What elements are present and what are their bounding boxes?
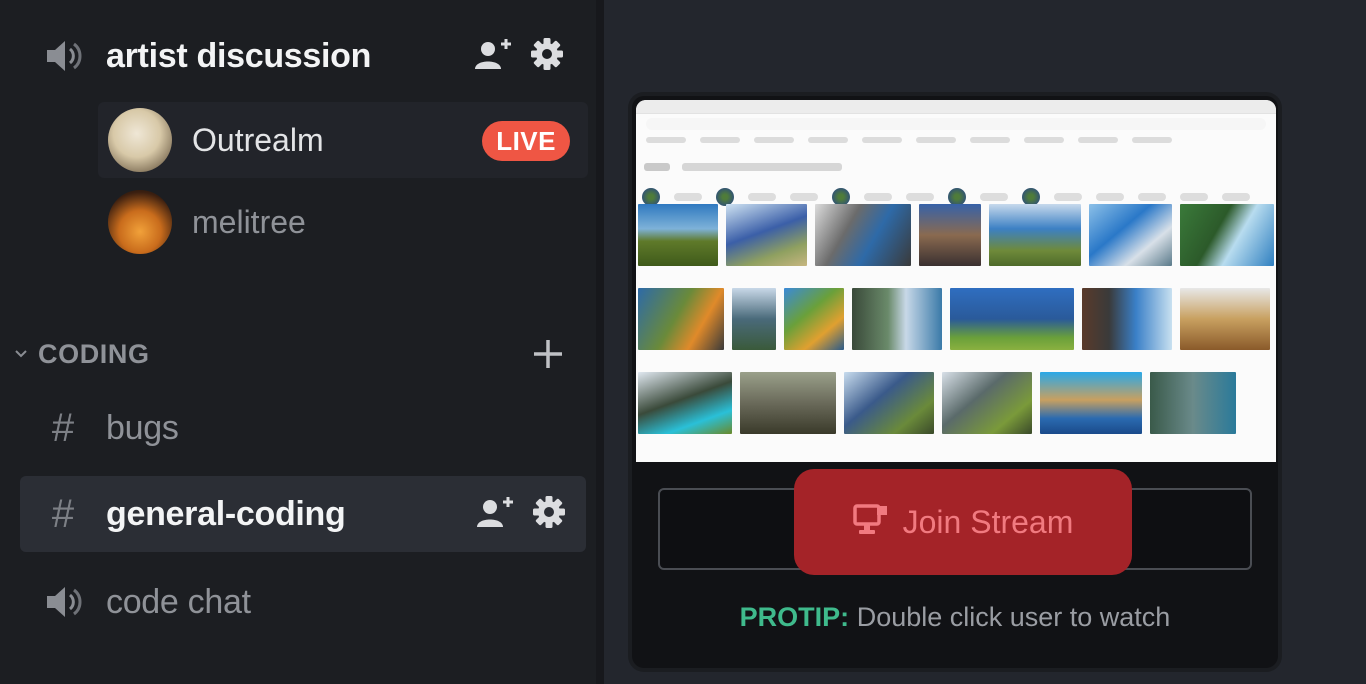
live-badge: LIVE (482, 121, 570, 161)
channel-sidebar: artist discussion Outrealm LIVE melitree… (0, 0, 596, 684)
voice-channel-artist-discussion[interactable]: artist discussion (40, 28, 580, 84)
gear-icon[interactable] (530, 37, 564, 76)
speaker-icon (40, 584, 86, 620)
chevron-down-icon (10, 350, 32, 358)
channel-name: general-coding (106, 494, 346, 533)
category-coding[interactable]: CODING (10, 334, 586, 374)
channel-name: code chat (106, 582, 251, 621)
voice-channel-name: artist discussion (106, 36, 372, 75)
channel-actions (476, 476, 566, 552)
main-panel: Join Stream PROTIP: Double click user to… (604, 0, 1366, 684)
join-stream-label: Join Stream (902, 503, 1074, 540)
voice-user-melitree[interactable]: melitree (98, 184, 588, 260)
preview-image-grid (636, 204, 1276, 456)
voice-channel-actions (474, 28, 564, 84)
category-label: CODING (38, 338, 150, 369)
gear-icon[interactable] (532, 495, 566, 534)
stream-preview[interactable] (636, 100, 1276, 462)
invite-icon[interactable] (476, 495, 516, 534)
preview-bookmarks (646, 134, 1266, 146)
stream-preview-card: Join Stream PROTIP: Double click user to… (632, 96, 1278, 668)
preview-browser-url (646, 118, 1266, 130)
user-name: Outrealm (192, 121, 324, 158)
channel-name: bugs (106, 408, 179, 447)
screen-share-icon (852, 503, 889, 542)
voice-user-outrealm[interactable]: Outrealm LIVE (98, 102, 588, 178)
protip-text: Double click user to watch (849, 602, 1171, 632)
user-name: melitree (192, 203, 306, 240)
sidebar-divider (596, 0, 604, 684)
discord-window: artist discussion Outrealm LIVE melitree… (0, 0, 1366, 684)
protip: PROTIP: Double click user to watch (632, 602, 1278, 633)
speaker-icon (40, 38, 86, 74)
voice-channel-code-chat[interactable]: code chat (40, 572, 251, 632)
plus-icon[interactable] (532, 334, 564, 374)
protip-label: PROTIP: (739, 602, 850, 632)
join-stream-button[interactable]: Join Stream (794, 469, 1132, 575)
invite-icon[interactable] (474, 37, 514, 76)
channel-general-coding[interactable]: # general-coding (20, 476, 586, 552)
preview-browser-tabs (636, 100, 1276, 114)
preview-search-bar (644, 156, 1268, 178)
avatar (108, 108, 172, 172)
channel-bugs[interactable]: # bugs (20, 390, 586, 466)
hash-icon: # (51, 405, 75, 450)
hash-icon: # (51, 491, 75, 536)
avatar (108, 190, 172, 254)
